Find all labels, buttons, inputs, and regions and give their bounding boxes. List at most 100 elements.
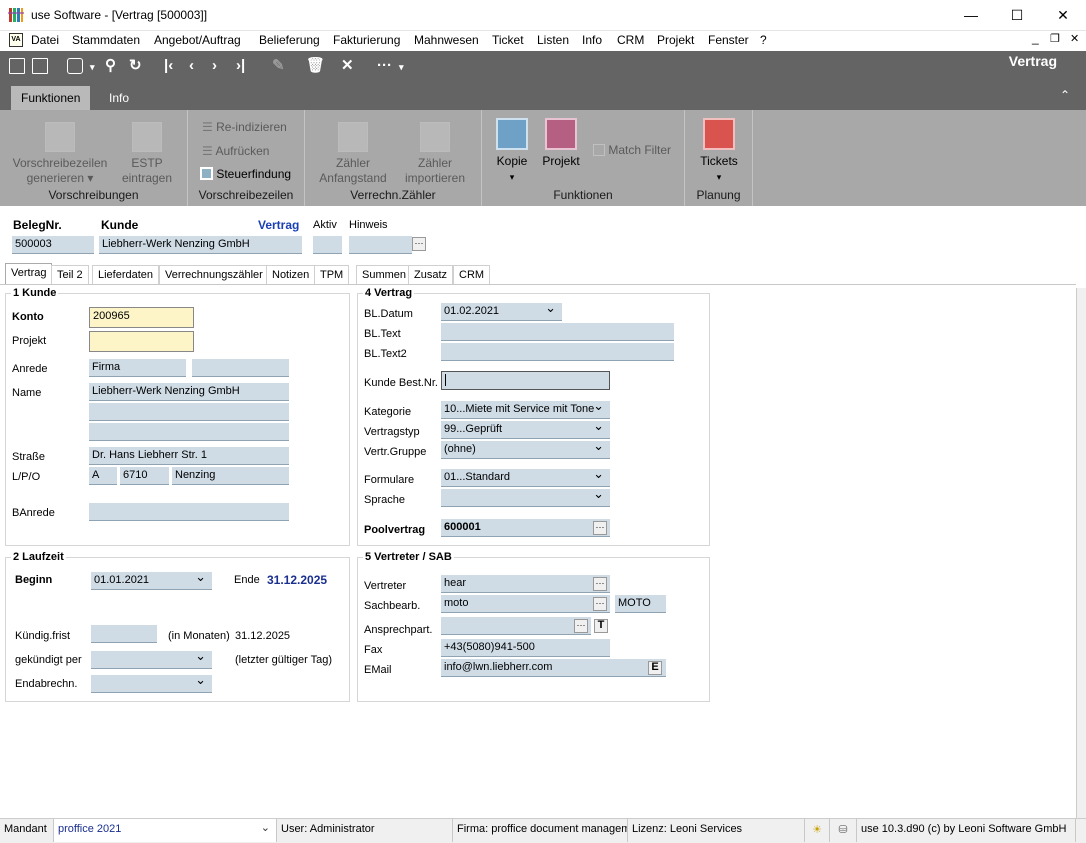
aktiv-field[interactable]	[313, 236, 342, 254]
estp-eintragen-button[interactable]: ESTP eintragen	[118, 122, 176, 186]
tab-vertrag[interactable]: Vertrag	[5, 263, 53, 285]
first-record-icon[interactable]: |‹	[164, 58, 173, 74]
poolvertrag-field[interactable]: 600001	[441, 519, 610, 537]
endabrechnung-date-picker[interactable]	[91, 675, 212, 693]
strasse-field[interactable]: Dr. Hans Liebherr Str. 1	[89, 447, 289, 465]
projekt-button[interactable]: Projekt	[540, 118, 582, 169]
sachbearb-field[interactable]: moto	[441, 595, 610, 613]
sprache-dropdown[interactable]	[441, 489, 610, 507]
name2-field[interactable]	[89, 403, 289, 421]
kategorie-dropdown[interactable]: 10...Miete mit Service mit Toner	[441, 401, 610, 419]
banrede-field[interactable]	[89, 503, 289, 521]
tab-zusatz[interactable]: Zusatz	[408, 265, 454, 284]
last-record-icon[interactable]: ›|	[236, 58, 245, 74]
tickets-button[interactable]: Tickets ▾	[697, 118, 741, 185]
gekuendigt-date-picker[interactable]	[91, 651, 212, 669]
bestnr-field[interactable]	[441, 371, 610, 390]
cancel-icon[interactable]: ✕	[341, 58, 354, 74]
hinweis-field[interactable]	[349, 236, 412, 254]
re-indizieren-button[interactable]: ☰ Re-indizieren	[202, 120, 287, 134]
bldatum-date-picker[interactable]: 01.02.2021	[441, 303, 562, 321]
projekt-field[interactable]	[89, 331, 194, 352]
menu-belieferung[interactable]: Belieferung	[259, 33, 320, 47]
tab-summen[interactable]: Summen	[356, 265, 413, 284]
kopie-button[interactable]: Kopie ▾	[493, 118, 531, 185]
ansprechpartner-lookup-button[interactable]: ···	[574, 619, 588, 633]
tab-funktionen[interactable]: Funktionen	[11, 86, 91, 110]
aufruecken-button[interactable]: ☰ Aufrücken	[202, 144, 269, 158]
mdi-restore-button[interactable]: ❐	[1050, 32, 1060, 45]
vertragstyp-dropdown[interactable]: 99...Geprüft	[441, 421, 610, 439]
ansprechpartner-t-button[interactable]: T	[594, 619, 608, 633]
print-dropdown-icon[interactable]: ▾	[90, 59, 95, 75]
network-icon[interactable]: ⛁	[830, 819, 857, 842]
menu-mahnwesen[interactable]: Mahnwesen	[414, 33, 479, 47]
menu-crm[interactable]: CRM	[617, 33, 644, 47]
delete-icon[interactable]: 🗑	[306, 58, 325, 74]
hinweis-lookup-button[interactable]: ···	[412, 237, 426, 251]
tab-info[interactable]: Info	[99, 86, 139, 110]
sachbearb-code-field[interactable]: MOTO	[615, 595, 666, 613]
tab-verrechnungszaehler[interactable]: Verrechnungszähler	[159, 265, 269, 284]
vertr-gruppe-dropdown[interactable]: (ohne)	[441, 441, 610, 459]
edit-icon[interactable]	[9, 58, 25, 74]
email-send-button[interactable]: E	[648, 661, 662, 675]
tab-tpm[interactable]: TPM	[314, 265, 350, 284]
titel-field[interactable]	[192, 359, 289, 377]
tab-lieferdaten[interactable]: Lieferdaten	[92, 265, 160, 284]
vorschreibezeilen-generieren-button[interactable]: Vorschreibezeilen generieren ▾	[8, 122, 112, 186]
name3-field[interactable]	[89, 423, 289, 441]
minimize-button[interactable]: —	[948, 0, 994, 31]
tab-crm[interactable]: CRM	[453, 265, 491, 284]
menu-fakturierung[interactable]: Fakturierung	[333, 33, 400, 47]
menu-datei[interactable]: Datei	[31, 33, 59, 47]
ort-field[interactable]: Nenzing	[172, 467, 289, 485]
close-button[interactable]: ✕	[1040, 0, 1086, 31]
bltext-field[interactable]	[441, 323, 674, 341]
kunde-field[interactable]: Liebherr-Werk Nenzing GmbH	[99, 236, 302, 254]
vertical-scrollbar[interactable]	[1076, 288, 1086, 818]
email-field[interactable]: info@lwn.liebherr.com	[441, 659, 666, 677]
sachbearb-lookup-button[interactable]: ···	[593, 597, 607, 611]
maximize-button[interactable]: ☐	[994, 0, 1040, 31]
ansprechpartner-field[interactable]	[441, 617, 591, 635]
sun-icon[interactable]: ☀	[805, 819, 830, 842]
match-filter-checkbox[interactable]: Match Filter	[593, 143, 671, 157]
next-record-icon[interactable]: ›	[212, 58, 217, 74]
fax-field[interactable]: +43(5080)941-500	[441, 639, 610, 657]
bltext2-field[interactable]	[441, 343, 674, 361]
vertreter-lookup-button[interactable]: ···	[593, 577, 607, 591]
mandant-dropdown[interactable]: proffice 2021 ⌄	[54, 819, 277, 842]
vertreter-field[interactable]: hear	[441, 575, 610, 593]
pen-icon[interactable]: ✎	[272, 58, 285, 74]
more-dropdown-icon[interactable]: ▾	[399, 59, 404, 75]
collapse-ribbon-icon[interactable]: ⌃	[1060, 88, 1070, 102]
save-icon[interactable]	[32, 58, 48, 74]
beginn-date-picker[interactable]: 01.01.2021	[91, 572, 212, 590]
tab-teil2[interactable]: Teil 2	[51, 265, 89, 284]
menu-listen[interactable]: Listen	[537, 33, 569, 47]
poolvertrag-lookup-button[interactable]: ···	[593, 521, 607, 535]
konto-field[interactable]: 200965	[89, 307, 194, 328]
formulare-dropdown[interactable]: 01...Standard	[441, 469, 610, 487]
more-icon[interactable]: ···	[377, 58, 392, 74]
mdi-close-button[interactable]: ✕	[1070, 32, 1079, 45]
steuerfindung-button[interactable]: Steuerfindung	[200, 167, 291, 181]
mdi-minimize-button[interactable]: _	[1032, 31, 1039, 45]
beleg-field[interactable]: 500003	[12, 236, 94, 254]
zaehler-importieren-button[interactable]: Zähler importieren	[399, 122, 471, 186]
name1-field[interactable]: Liebherr-Werk Nenzing GmbH	[89, 383, 289, 401]
prev-record-icon[interactable]: ‹	[189, 58, 194, 74]
menu-stammdaten[interactable]: Stammdaten	[72, 33, 140, 47]
kuendigungsfrist-field[interactable]	[91, 625, 157, 643]
menu-fenster[interactable]: Fenster	[708, 33, 749, 47]
menu-help[interactable]: ?	[760, 33, 767, 47]
land-field[interactable]: A	[89, 467, 117, 485]
plz-field[interactable]: 6710	[120, 467, 169, 485]
print-icon[interactable]	[67, 58, 83, 74]
menu-info[interactable]: Info	[582, 33, 602, 47]
document-icon[interactable]: VA	[9, 33, 23, 47]
anrede-field[interactable]: Firma	[89, 359, 186, 377]
zaehler-anfangstand-button[interactable]: Zähler Anfangstand	[317, 122, 389, 186]
menu-projekt[interactable]: Projekt	[657, 33, 694, 47]
